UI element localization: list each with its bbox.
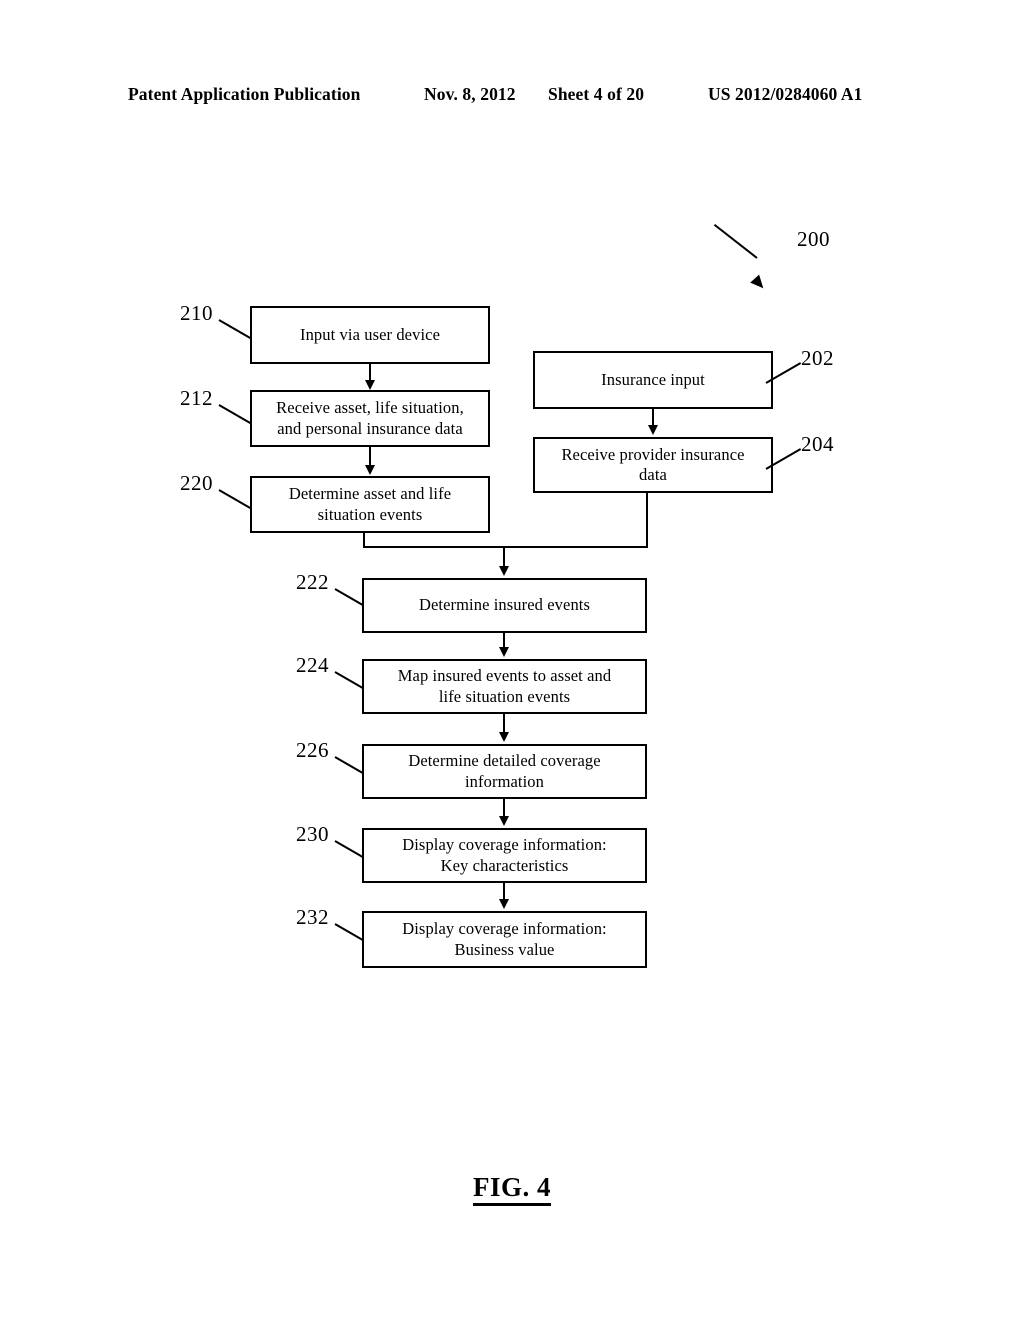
process-box-224-text-line1: Map insured events to asset and (397, 666, 612, 686)
process-box-232-text-line2: Business value (454, 939, 555, 959)
reference-numeral-210: 210 (180, 301, 213, 325)
process-box-determine-detailed-coverage: Determine detailed coverage information (362, 744, 647, 799)
process-box-220-text-line1: Determine asset and life (288, 484, 452, 504)
process-box-map-insured-events: Map insured events to asset and life sit… (362, 659, 647, 714)
merge-connector-horizontal-bar (363, 546, 648, 548)
merge-connector-right-drop (646, 493, 648, 548)
leader-line-210 (218, 319, 255, 341)
flowchart-diagram: 200 210 Input via user device 212 Receiv… (0, 0, 1024, 1320)
figure-caption-text: FIG. 4 (472, 1172, 551, 1206)
reference-numeral-232: 232 (296, 905, 329, 929)
process-box-receive-provider-insurance-data: Receive provider insurance data (533, 437, 773, 493)
merge-connector-to-222 (503, 546, 505, 568)
process-box-232-text-line1: Display coverage information: (402, 919, 607, 939)
leader-line-212 (218, 404, 255, 426)
arrowhead-202-to-204 (648, 425, 658, 435)
process-box-display-coverage-key-characteristics: Display coverage information: Key charac… (362, 828, 647, 883)
connector-212-to-220 (369, 447, 371, 467)
process-box-insurance-input: Insurance input (533, 351, 773, 409)
arrowhead-224-to-226 (499, 732, 509, 742)
arrowhead-226-to-230 (499, 816, 509, 826)
process-box-204-text-line2: data (639, 465, 667, 484)
arrowhead-212-to-220 (365, 465, 375, 475)
process-box-210-text: Input via user device (299, 324, 440, 344)
arrowhead-222-to-224 (499, 647, 509, 657)
figure-caption: FIG. 4 (0, 1172, 1024, 1206)
process-box-226-text-line2: information (465, 771, 544, 791)
process-box-230-text-line1: Display coverage information: (402, 835, 607, 855)
reference-numeral-220: 220 (180, 471, 213, 495)
arrowhead-merge-to-222 (499, 566, 509, 576)
connector-202-to-204 (652, 409, 654, 426)
reference-numeral-226: 226 (296, 738, 329, 762)
reference-numeral-230: 230 (296, 822, 329, 846)
process-box-202-text: Insurance input (601, 369, 705, 389)
process-box-212-text-line1: Receive asset, life situation, (276, 398, 464, 418)
process-box-determine-insured-events: Determine insured events (362, 578, 647, 633)
connector-224-to-226 (503, 714, 505, 734)
reference-numeral-222: 222 (296, 570, 329, 594)
process-box-receive-asset-life-situation: Receive asset, life situation, and perso… (250, 390, 490, 447)
reference-200-leader-line (713, 223, 758, 259)
reference-numeral-212: 212 (180, 386, 213, 410)
reference-numeral-202: 202 (801, 346, 834, 370)
reference-200-arrowhead (750, 274, 768, 293)
reference-numeral-200: 200 (797, 227, 830, 251)
leader-line-220 (218, 489, 255, 511)
process-box-212-text-line2: and personal insurance data (277, 418, 463, 438)
reference-numeral-224: 224 (296, 653, 329, 677)
arrowhead-230-to-232 (499, 899, 509, 909)
process-box-determine-asset-life-events: Determine asset and life situation event… (250, 476, 490, 533)
arrowhead-210-to-212 (365, 380, 375, 390)
process-box-input-via-user-device: Input via user device (250, 306, 490, 364)
process-box-220-text-line2: situation events (317, 504, 423, 524)
process-box-224-text-line2: life situation events (438, 686, 571, 706)
process-box-226-text-line1: Determine detailed coverage (408, 751, 601, 771)
reference-numeral-204: 204 (801, 432, 834, 456)
process-box-230-text-line2: Key characteristics (440, 855, 569, 875)
process-box-222-text: Determine insured events (418, 595, 590, 615)
process-box-204-text-line1: Receive provider insurance (561, 444, 745, 464)
process-box-display-coverage-business-value: Display coverage information: Business v… (362, 911, 647, 968)
